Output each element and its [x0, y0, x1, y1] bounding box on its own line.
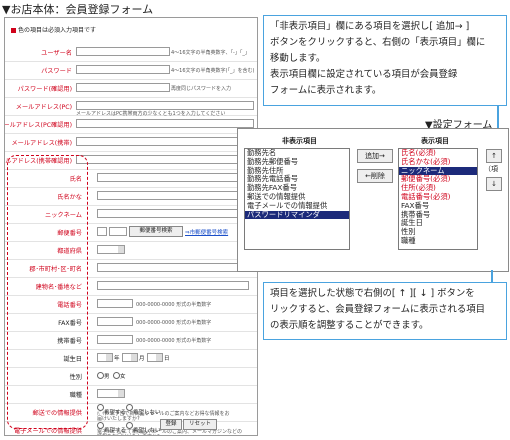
callout-connector: [491, 270, 493, 282]
form-row: メールアドレス(PC確認用): [5, 115, 257, 134]
form-field-hint: 4〜16文字の半角英数字、「-」「_」: [171, 50, 250, 56]
shown-list-item[interactable]: 職種: [399, 236, 477, 246]
phone-input[interactable]: [97, 335, 133, 344]
callout-connector: [497, 106, 499, 130]
form-row: メールアドレス(携帯): [5, 133, 257, 152]
callout-line: ボタンをクリックすると、右側の「表示項目」欄に: [270, 37, 486, 48]
form-field-label: ユーザー名: [41, 50, 72, 57]
gender-male-label: 男: [104, 374, 110, 380]
gender-female-label: 女: [120, 374, 126, 380]
text-input[interactable]: [97, 263, 249, 272]
zip-search-button[interactable]: 郵便番号検索: [129, 226, 183, 237]
callout-line: 移動します。: [270, 53, 326, 64]
add-button[interactable]: 追加→: [357, 149, 393, 163]
callout-line: フォームに表示されます。: [270, 85, 382, 96]
shown-items-header: 表示項目: [421, 137, 449, 145]
highlight-dashed-box: [7, 155, 88, 429]
required-note-text: 色の項目は必須入力項目です: [18, 27, 97, 34]
text-input[interactable]: [76, 155, 254, 164]
settings-form-panel: 非表示項目 表示項目 勤務先名 勤務先郵便番号 勤務先住所 勤務先電話番号 勤務先FAX…: [237, 128, 509, 272]
callout-add-items: 「非表示項目」欄にある項目を選択し[ 追加→ ] ボタンをクリックすると、右側の…: [263, 15, 507, 106]
form-row: パスワード 4〜16文字の半角英数字(「_」を含む): [5, 61, 257, 80]
text-input[interactable]: [97, 209, 239, 218]
submit-button[interactable]: 登録: [160, 419, 182, 430]
year-label: 年: [114, 356, 120, 362]
callout-reorder-items: 項目を選択した状態で右側の[ ↑ ][ ↓ ] ボタンを リックすると、会員登録…: [263, 282, 507, 340]
birth-day-select[interactable]: [147, 353, 163, 362]
reset-button[interactable]: リセット: [183, 419, 217, 430]
form-row: メールアドレス(PC) メールアドレスはPC携帯両方の少なくとも1つを入力してくだ…: [5, 97, 257, 117]
occupation-select[interactable]: [97, 389, 125, 398]
required-color-swatch: [11, 28, 16, 33]
hidden-items-listbox[interactable]: 勤務先名 勤務先郵便番号 勤務先住所 勤務先電話番号 勤務先FAX番号 郵送での情報提供電…: [244, 148, 350, 250]
phone-input[interactable]: [97, 299, 133, 308]
phone-input[interactable]: [97, 317, 133, 326]
form-field-hint: 000-0000-0000 形式の半角数字: [136, 338, 212, 344]
gender-female-radio[interactable]: [113, 372, 120, 379]
day-label: 日: [164, 356, 170, 362]
form-field-hint: 再度同じパスワードを入力: [171, 86, 232, 92]
text-input[interactable]: [76, 65, 170, 74]
form-row: パスワード(確認用) 再度同じパスワードを入力: [5, 79, 257, 98]
hidden-items-header: 非表示項目: [282, 137, 317, 145]
zip-search-link[interactable]: ⇒市郵便番号検索: [185, 228, 228, 236]
birth-year-select[interactable]: [97, 353, 113, 362]
text-input[interactable]: [76, 137, 254, 146]
month-label: 月: [139, 356, 145, 362]
move-up-button[interactable]: ↑: [486, 149, 502, 163]
zip-input-1[interactable]: [97, 227, 107, 236]
form-field-label: メールアドレス(携帯): [11, 140, 72, 147]
text-input[interactable]: [97, 173, 239, 182]
callout-line: 「非表示項目」欄にある項目を選択し[ 追加→ ]: [270, 21, 470, 32]
form-field-hint: 情報をお届けいたしますか?: [97, 433, 160, 435]
text-input[interactable]: [76, 119, 254, 128]
zip-input-2[interactable]: [109, 227, 127, 236]
prefecture-select[interactable]: [97, 245, 125, 254]
form-field-label: メールアドレス(PC): [15, 104, 72, 111]
callout-line: 項目を選択した状態で右側の[ ↑ ][ ↓ ] ボタンを: [270, 288, 475, 299]
text-input[interactable]: [76, 47, 170, 56]
hidden-list-item[interactable]: パスワードリマインダ: [245, 210, 349, 220]
form-field-label: メールアドレス(PC確認用): [4, 122, 72, 129]
birth-month-select[interactable]: [122, 353, 138, 362]
callout-line: リックすると、会員登録フォームに表示される項目: [270, 304, 485, 315]
form-field-hint: 000-0000-0000 形式の半角数字: [136, 302, 212, 308]
callout-line: 表示項目欄に設定されている項目が会員登録: [270, 69, 458, 80]
callout-line: の表示順を調整することができます。: [270, 320, 429, 331]
text-input[interactable]: [76, 83, 170, 92]
form-field-label: パスワード: [41, 68, 72, 75]
form-field-label: パスワード(確認用): [17, 86, 72, 93]
gender-male-radio[interactable]: [97, 372, 104, 379]
remove-button[interactable]: ←削除: [357, 169, 393, 183]
text-input[interactable]: [76, 101, 254, 110]
form-field-hint: 4〜16文字の半角英数字(「_」を含む): [171, 68, 255, 74]
required-note: 色の項目は必須入力項目です: [11, 25, 96, 34]
move-down-button[interactable]: ↓: [486, 177, 502, 191]
shown-items-listbox[interactable]: 氏名(必須) 氏名かな(必須) ニックネーム 郵便番号(必須) 住所(必須) 電話番号(必…: [398, 148, 478, 250]
form-row: ユーザー名 4〜16文字の半角英数字、「-」「_」: [5, 43, 257, 62]
up-side-text: （項: [484, 165, 498, 173]
page-title: ▼お店本体：会員登録フォーム: [2, 3, 154, 16]
text-input[interactable]: [97, 191, 239, 200]
form-field-hint: 000-0000-0000 形式の半角数字: [136, 320, 212, 326]
text-input[interactable]: [97, 281, 249, 290]
